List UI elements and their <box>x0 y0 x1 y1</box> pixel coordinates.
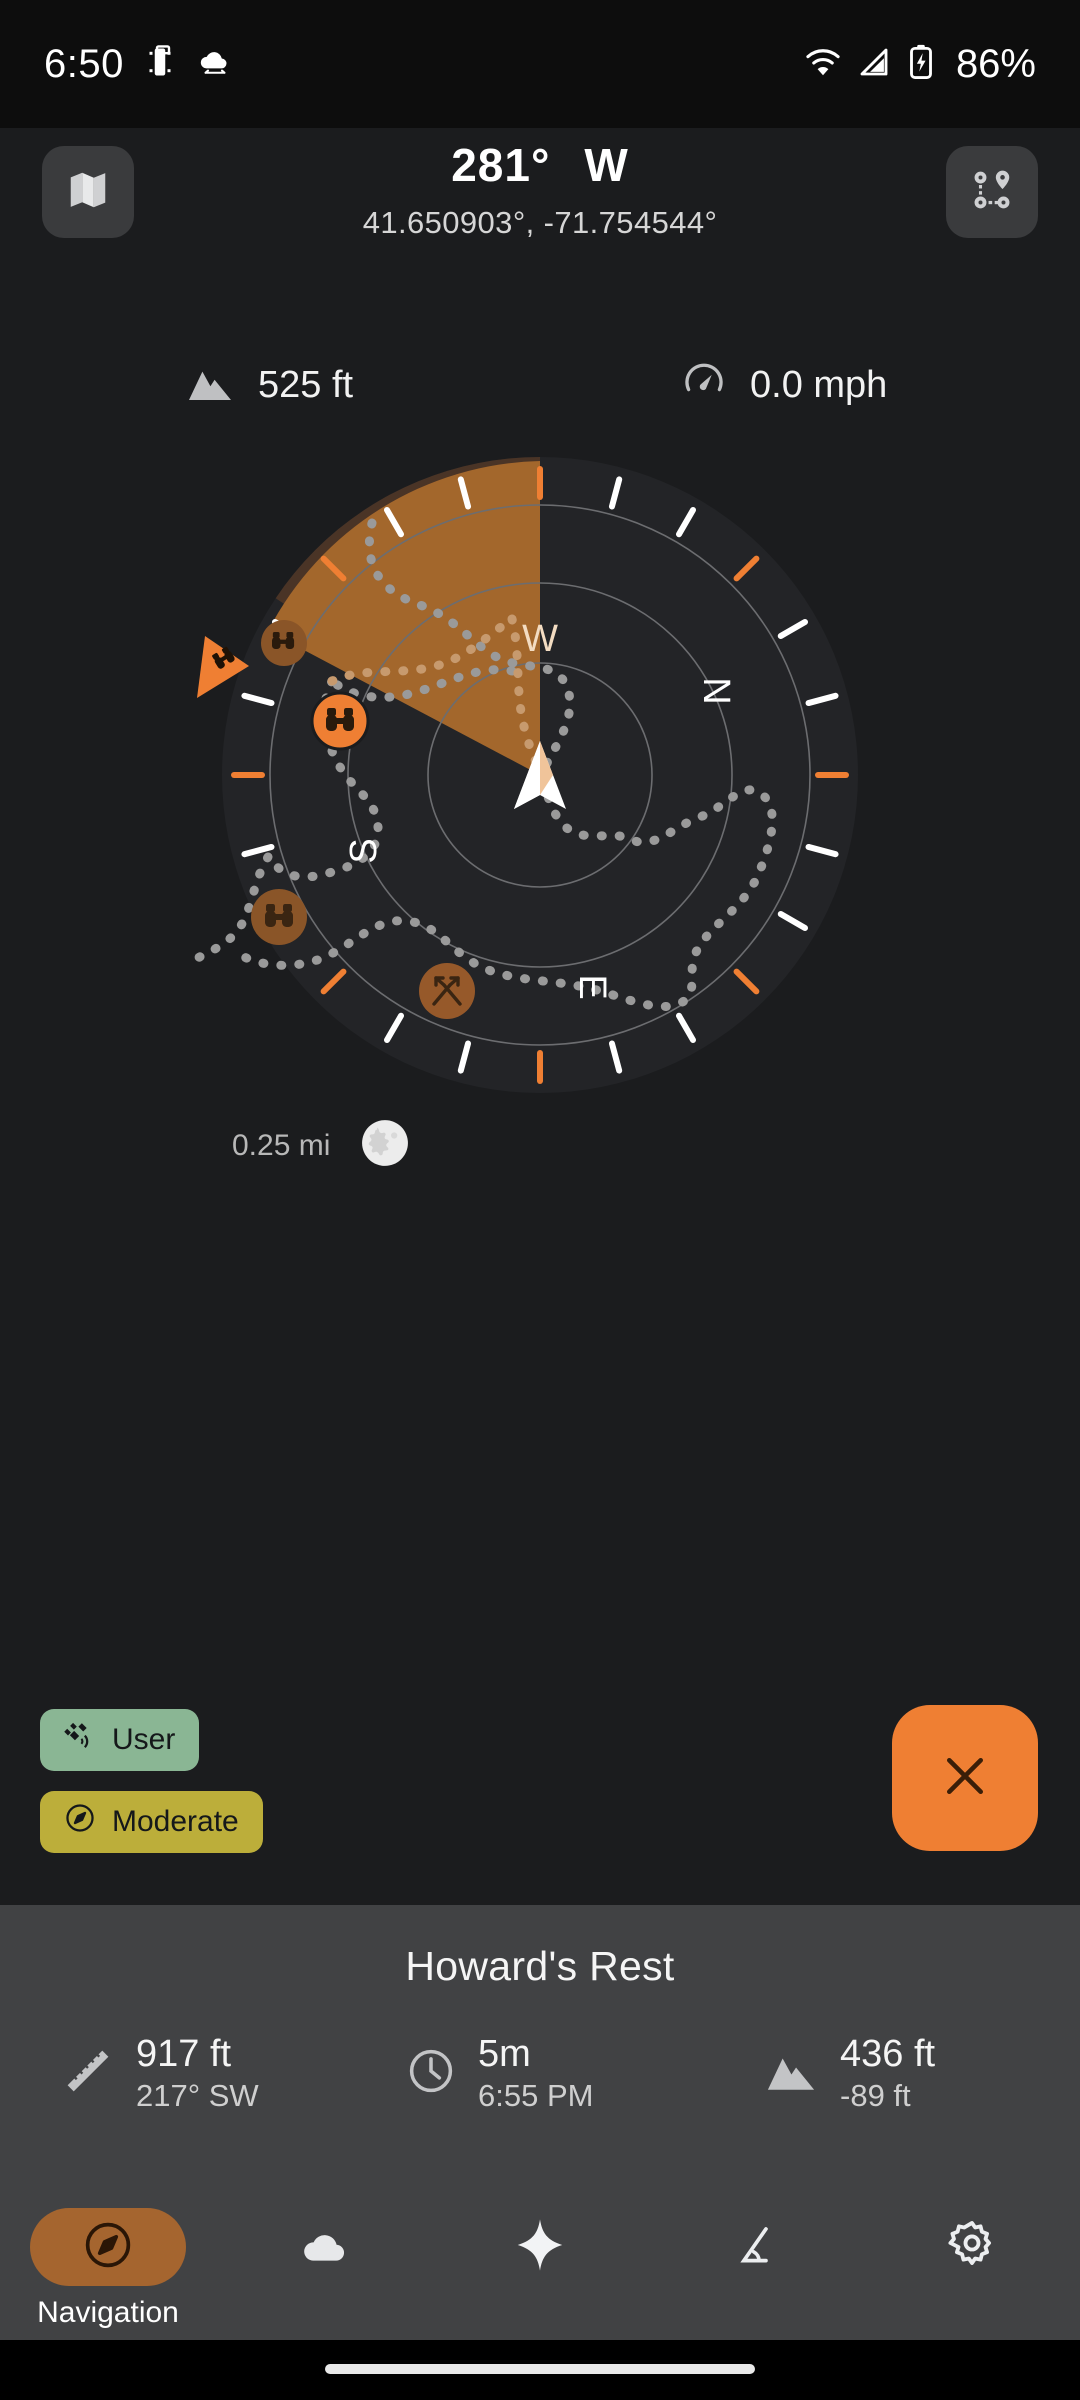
nav-item-celestial[interactable] <box>432 2190 648 2340</box>
destination-info-panel: Howard's Rest 917 ft 217° SW 5m 6:55 PM … <box>0 1905 1080 2190</box>
cloud-icon <box>298 2219 350 2276</box>
coordinates-label: 41.650903°, -71.754544° <box>362 204 718 240</box>
battery-charging-icon <box>906 43 936 86</box>
device-icon <box>142 44 178 85</box>
app-root: 6:50 86% 281° W 41.650903°, -71.754544° … <box>0 0 1080 2400</box>
stat-speed: 0.0 mph <box>584 340 1080 430</box>
page-title: 281° W <box>0 140 1080 191</box>
info-elevation-primary: 436 ft <box>840 2033 936 2075</box>
info-elevation-secondary: -89 ft <box>840 2077 911 2113</box>
home-gesture-bar[interactable] <box>325 2364 755 2374</box>
waypoints-route-icon <box>969 167 1015 218</box>
cardinal-S: S <box>343 838 385 863</box>
status-bar-left: 6:50 <box>44 42 234 87</box>
nav-pill-celestial <box>462 2208 618 2286</box>
info-distance-primary: 917 ft <box>136 2033 232 2075</box>
nav-pill-angle <box>678 2208 834 2286</box>
nav-pill-weather <box>246 2208 402 2286</box>
status-bar: 6:50 86% <box>0 0 1080 128</box>
cardinal-E: E <box>571 974 613 999</box>
chip-row-accuracy: Moderate <box>40 1791 263 1873</box>
info-distance-text: 917 ft 217° SW <box>136 2032 259 2116</box>
info-eta-primary: 5m <box>478 2033 531 2075</box>
chip-accuracy[interactable]: Moderate <box>40 1791 263 1853</box>
header-center: 281° W 41.650903°, -71.754544° <box>0 140 1080 241</box>
info-eta-text: 5m 6:55 PM <box>478 2032 593 2116</box>
info-eta: 5m 6:55 PM <box>378 2032 722 2116</box>
chip-gps-source[interactable]: User <box>40 1709 200 1771</box>
elevation-value: 525 ft <box>258 363 354 406</box>
bearing-degrees: 281° <box>451 139 551 191</box>
poi-binoculars-highlight[interactable] <box>310 691 370 751</box>
mountain-icon <box>186 363 234 408</box>
system-nav-area <box>0 2340 1080 2400</box>
clock-icon <box>406 2046 456 2101</box>
scale-label: 0.25 mi <box>232 1128 331 1162</box>
poi-trail-crossing[interactable] <box>419 963 475 1019</box>
satellite-icon <box>64 1720 96 1760</box>
stats-row: 525 ft 0.0 mph <box>0 340 1080 430</box>
destination-stats: 917 ft 217° SW 5m 6:55 PM 436 ft -89 ft <box>0 2032 1080 2116</box>
mountain-icon <box>764 2049 818 2098</box>
stat-elevation: 525 ft <box>0 340 584 430</box>
nav-pill-settings <box>894 2208 1050 2286</box>
status-chips: User Moderate <box>40 1709 263 1873</box>
poi-binoculars-dim-lower[interactable] <box>251 889 307 945</box>
info-eta-secondary: 6:55 PM <box>478 2077 594 2113</box>
chip-label: User <box>112 1723 176 1756</box>
waypoints-button[interactable] <box>946 146 1038 238</box>
ruler-icon <box>62 2045 114 2102</box>
nav-item-settings[interactable] <box>864 2190 1080 2340</box>
close-button[interactable] <box>892 1705 1038 1851</box>
compass-icon <box>82 2219 134 2276</box>
app-header: 281° W 41.650903°, -71.754544° <box>0 140 1080 290</box>
sparkle-star-icon <box>511 2216 569 2279</box>
nav-active-pill <box>30 2208 186 2286</box>
nav-label-navigation: Navigation <box>37 2296 179 2329</box>
gear-icon <box>945 2218 999 2277</box>
cloud-icon <box>196 43 234 86</box>
bottom-navigation: Navigation <box>0 2190 1080 2340</box>
scale-bar: 0.25 mi <box>232 1118 410 1173</box>
info-distance-secondary: 217° SW <box>136 2077 259 2113</box>
nav-item-navigation[interactable]: Navigation <box>0 2190 216 2340</box>
nav-item-weather[interactable] <box>216 2190 432 2340</box>
cardinal-W: W <box>522 618 558 660</box>
angle-icon <box>730 2219 782 2276</box>
compass-icon <box>64 1802 96 1842</box>
destination-title: Howard's Rest <box>405 1943 675 1989</box>
speedometer-icon <box>682 361 726 410</box>
poi-binoculars-dim-upper[interactable] <box>261 620 307 666</box>
info-elevation-text: 436 ft -89 ft <box>840 2032 935 2116</box>
cardinal-N: N <box>695 677 737 704</box>
close-x-icon <box>936 1747 994 1810</box>
chip-label: Moderate <box>112 1805 239 1838</box>
status-bar-right: 86% <box>804 42 1036 87</box>
cellular-signal-icon <box>856 44 892 85</box>
nav-item-angle[interactable] <box>648 2190 864 2340</box>
full-moon-icon <box>360 1118 410 1173</box>
speed-value: 0.0 mph <box>750 363 888 406</box>
battery-percent: 86% <box>955 41 1036 86</box>
map-icon <box>65 167 111 218</box>
info-distance: 917 ft 217° SW <box>0 2032 378 2116</box>
chip-row-user: User <box>40 1709 263 1791</box>
status-time: 6:50 <box>44 41 124 86</box>
compass-radar[interactable]: W N S E <box>0 455 1080 1095</box>
bearing-cardinal: W <box>584 139 629 191</box>
info-elevation: 436 ft -89 ft <box>722 2032 1080 2116</box>
wifi-icon <box>804 43 842 86</box>
map-button[interactable] <box>42 146 134 238</box>
